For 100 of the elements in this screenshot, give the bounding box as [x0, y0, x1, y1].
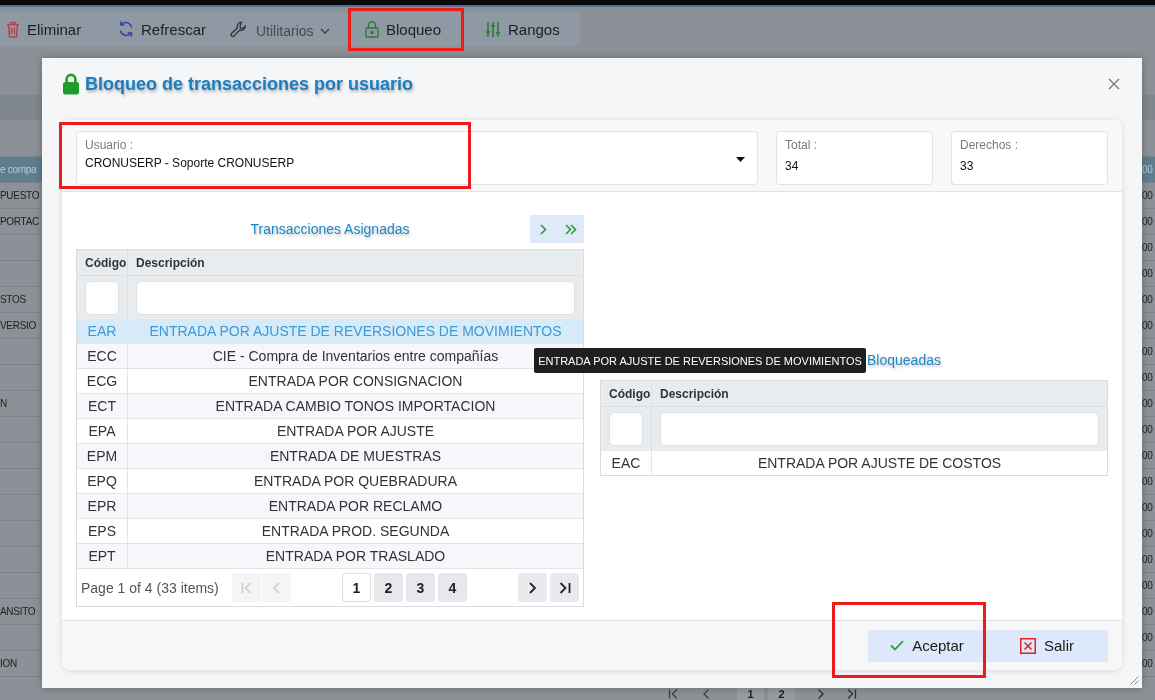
grid-cell[interactable]: ION: [0, 651, 42, 676]
grid-cell[interactable]: STOS: [0, 287, 42, 312]
last-page-button[interactable]: [550, 573, 579, 602]
chevron-right-icon: [540, 223, 547, 235]
grid-cell[interactable]: 00: [1142, 651, 1155, 676]
chevron-down-icon: [319, 28, 330, 34]
grid-cell[interactable]: 00: [1142, 469, 1155, 494]
table-cell: ENTRADA CAMBIO TONOS IMPORTACION: [215, 398, 496, 414]
grid-cell[interactable]: 00: [1142, 573, 1155, 598]
grid-cell[interactable]: ANSITO: [0, 599, 42, 624]
dialog-title: Bloqueo de transacciones por usuario: [85, 73, 415, 95]
table-row[interactable]: EPT ENTRADA POR TRASLADO: [77, 544, 583, 569]
lock-icon: [62, 73, 80, 95]
exit-button[interactable]: Salir: [986, 629, 1108, 662]
toolbar-button[interactable]: Eliminar: [0, 12, 112, 46]
table-cell: ENTRADA POR CONSIGNACION: [248, 373, 463, 389]
table-row[interactable]: EPM ENTRADA DE MUESTRAS: [77, 444, 583, 469]
count-field: Derechos : 33: [951, 131, 1108, 185]
grid-cell[interactable]: PORTAC: [0, 209, 42, 234]
trash-icon: [6, 20, 20, 38]
previous-page-icon[interactable]: [702, 689, 710, 699]
grid-cell[interactable]: 00: [1142, 183, 1155, 208]
grid-cell[interactable]: VERSIO: [0, 313, 42, 338]
section-title: Transacciones Asignadas: [249, 221, 411, 237]
column-header[interactable]: Descripción: [652, 381, 1107, 406]
column-header[interactable]: Código: [601, 381, 652, 406]
grid-cell[interactable]: N: [0, 391, 42, 416]
first-page-icon: [240, 581, 252, 594]
grid-cell[interactable]: 00: [1142, 287, 1155, 312]
resize-grip-icon[interactable]: [1130, 676, 1139, 685]
last-page-icon[interactable]: [845, 689, 857, 699]
column-header[interactable]: Descripción: [128, 250, 583, 275]
page-button[interactable]: 4: [437, 573, 467, 602]
grid-cell[interactable]: 00: [1142, 235, 1155, 260]
page-button[interactable]: 1: [341, 573, 371, 602]
close-icon[interactable]: [1108, 78, 1120, 90]
grid-cell[interactable]: 00: [1142, 495, 1155, 520]
grid-cell[interactable]: 00: [1142, 391, 1155, 416]
filter-field[interactable]: [660, 412, 1099, 446]
wrench-icon: [230, 20, 247, 38]
table-row[interactable]: EPQ ENTRADA POR QUEBRADURA: [77, 469, 583, 494]
table-cell: EPA: [77, 419, 128, 443]
chevron-right-icon: [529, 581, 536, 594]
toolbar-button[interactable]: Bloqueo: [348, 12, 464, 46]
table-cell: ENTRADA POR AJUSTE DE REVERSIONES DE MOVIMIENTOS: [149, 323, 562, 339]
table-cell: ENTRADA DE MUESTRAS: [269, 448, 442, 464]
table-cell: EPT: [77, 544, 128, 568]
table-cell: ENTRADA POR AJUSTE DE COSTOS: [757, 455, 1002, 471]
page-button[interactable]: 2: [373, 573, 403, 602]
table-row[interactable]: EPR ENTRADA POR RECLAMO: [77, 494, 583, 519]
grid-cell[interactable]: 00: [1142, 547, 1155, 572]
filter-field[interactable]: [609, 412, 643, 446]
grid-cell[interactable]: 00: [1142, 625, 1155, 650]
sliders-icon: [485, 20, 501, 38]
table-row[interactable]: EPS ENTRADA PROD. SEGUNDA: [77, 519, 583, 544]
table-cell: ECG: [77, 369, 128, 393]
table-cell: ENTRADA POR QUEBRADURA: [253, 473, 457, 489]
grid-cell[interactable]: 00: [1142, 261, 1155, 286]
grid-cell[interactable]: 00: [1142, 599, 1155, 624]
caret-down-icon: [736, 157, 745, 162]
table-cell: ENTRADA POR AJUSTE: [276, 423, 435, 439]
filter-field[interactable]: [136, 280, 575, 315]
refresh-icon: [118, 20, 134, 38]
table-cell: ENTRADA POR TRASLADO: [265, 548, 446, 564]
grid-cell[interactable]: 00: [1142, 521, 1155, 546]
lock-icon: [365, 20, 379, 38]
count-field: Total : 34: [776, 131, 933, 185]
table-cell: ENTRADA POR RECLAMO: [268, 498, 443, 514]
next-page-button[interactable]: [518, 573, 547, 602]
section-title: Bloqueadas: [867, 352, 941, 368]
table-row[interactable]: ECG ENTRADA POR CONSIGNACION: [77, 369, 583, 394]
grid-cell[interactable]: 00: [1142, 417, 1155, 442]
toolbar-button[interactable]: Refrescar: [112, 12, 224, 46]
table-row[interactable]: EPA ENTRADA POR AJUSTE: [77, 419, 583, 444]
move-selected-button[interactable]: [530, 215, 557, 243]
table-cell: EPQ: [77, 469, 128, 493]
grid-cell[interactable]: 00: [1142, 443, 1155, 468]
grid-cell[interactable]: 00: [1142, 209, 1155, 234]
toolbar-button[interactable]: Rangos: [464, 12, 580, 46]
page-button[interactable]: 1: [737, 688, 764, 700]
table-cell: CIE - Compra de Inventarios entre compañías: [212, 348, 499, 364]
grid-cell[interactable]: 00: [1142, 365, 1155, 390]
table-cell: ENTRADA PROD. SEGUNDA: [261, 523, 450, 539]
table-row[interactable]: ECT ENTRADA CAMBIO TONOS IMPORTACION: [77, 394, 583, 419]
table-cell: EPS: [77, 519, 128, 543]
grid-cell[interactable]: 00: [1142, 339, 1155, 364]
move-all-button[interactable]: [557, 215, 584, 243]
table-cell: ECT: [77, 394, 128, 418]
checkmark-icon: [890, 640, 905, 651]
page-button[interactable]: 3: [405, 573, 435, 602]
table-cell: EAR: [77, 319, 128, 343]
first-page-icon[interactable]: [668, 689, 680, 699]
page-button[interactable]: 2: [768, 688, 795, 700]
grid-cell[interactable]: 00: [1142, 313, 1155, 338]
grid-cell[interactable]: PUESTO: [0, 183, 42, 208]
table-cell: EAC: [601, 451, 652, 475]
filter-field[interactable]: [85, 280, 119, 315]
next-page-icon[interactable]: [817, 689, 825, 699]
column-header[interactable]: Código: [77, 250, 128, 275]
pager-summary: Page 1 of 4 (33 items): [81, 579, 219, 596]
